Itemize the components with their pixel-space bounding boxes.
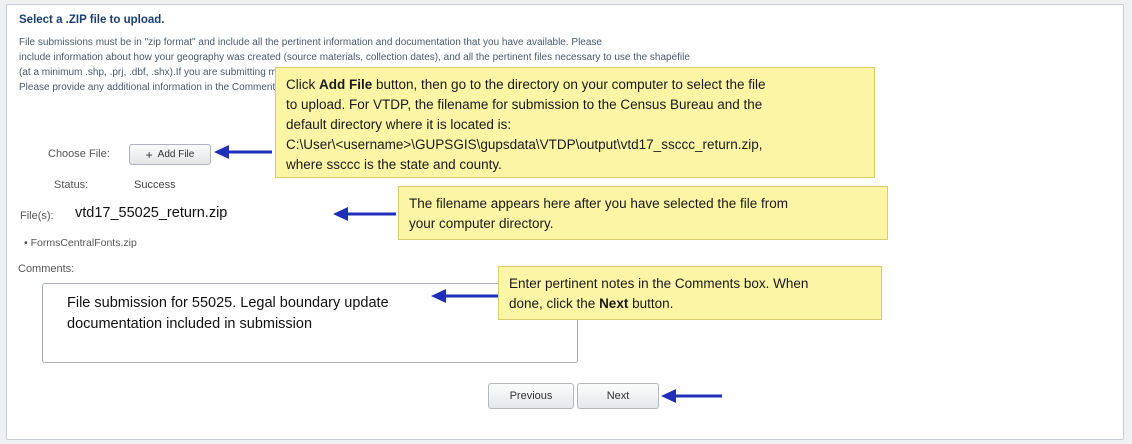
arrow-to-comments-icon	[431, 289, 498, 303]
annotation-arrows	[214, 145, 722, 403]
arrow-to-next-button-icon	[661, 389, 722, 403]
arrow-to-filename-icon	[333, 207, 396, 221]
arrow-to-add-file-icon	[214, 145, 272, 159]
